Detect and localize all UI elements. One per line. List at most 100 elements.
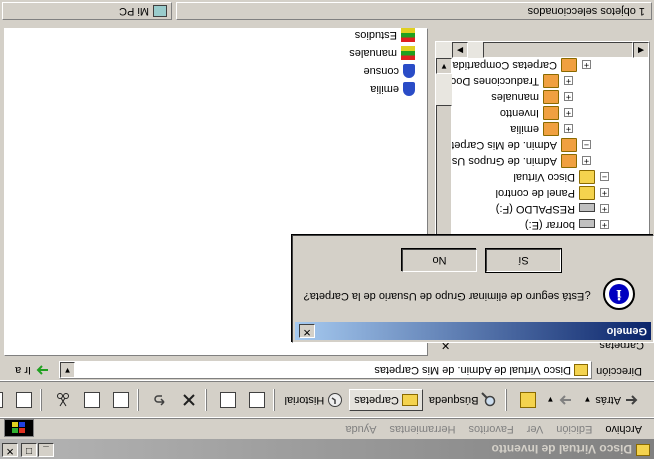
no-label: No xyxy=(432,254,447,267)
tree-expander-icon[interactable]: + xyxy=(600,204,609,215)
no-button[interactable]: No xyxy=(402,249,477,272)
hscroll-thumb[interactable] xyxy=(483,42,633,58)
list-item-label: consue xyxy=(363,65,399,77)
toolbar-separator xyxy=(272,389,275,411)
move-to-icon xyxy=(248,392,265,408)
list-item[interactable]: manuales xyxy=(349,45,415,61)
tree-expander-icon[interactable]: + xyxy=(600,220,609,231)
tree-expander-icon[interactable]: + xyxy=(564,76,573,87)
scroll-right-icon[interactable]: ▶ xyxy=(452,42,468,58)
tree-item[interactable]: + Admin. de Grupos Usuari xyxy=(435,153,591,169)
address-dropdown-icon[interactable]: ▼ xyxy=(60,362,75,378)
paste-button[interactable] xyxy=(77,389,104,411)
tree-item[interactable]: + Traducciones Docs xyxy=(445,73,573,89)
menu-ver[interactable]: Ver xyxy=(527,423,544,435)
address-input[interactable]: Disco Virtual de Admin. de Mis Carpetas … xyxy=(59,361,592,379)
toolbar-separator xyxy=(39,389,42,411)
tree-expander-icon[interactable]: + xyxy=(582,60,591,71)
close-button[interactable]: ✕ xyxy=(2,443,18,457)
menu-archivo[interactable]: Archivo xyxy=(605,423,642,435)
tree-expander-icon[interactable]: + xyxy=(564,108,573,119)
folder-window-icon xyxy=(636,444,650,456)
title-bar[interactable]: Disco Virtual de Inventto _ □ ✕ xyxy=(0,439,654,459)
tree-item[interactable]: − Admin. de Mis Carpetas xyxy=(440,137,591,153)
tree-item-label: Inventto xyxy=(499,107,539,119)
folders-icon xyxy=(401,394,418,406)
folder-admin-icon xyxy=(561,138,577,152)
folders-button[interactable]: Carpetas xyxy=(349,389,423,411)
tree-expander-icon[interactable]: − xyxy=(600,172,609,183)
tree-item-label: manuales xyxy=(491,91,539,103)
copy-to-button[interactable] xyxy=(213,389,240,411)
tree-horizontal-scrollbar[interactable]: ◀ ▶ xyxy=(452,42,649,58)
shared-folder-icon xyxy=(543,74,559,88)
tree-item-label: Admin. de Mis Carpetas xyxy=(439,139,557,151)
menu-favoritos[interactable]: Favoritos xyxy=(468,423,513,435)
history-label: Historial xyxy=(284,394,325,406)
forward-button[interactable]: ▼ xyxy=(542,389,577,411)
up-button[interactable] xyxy=(513,389,540,411)
undo-button[interactable] xyxy=(145,389,172,411)
tree-item-label: Panel de control xyxy=(495,187,576,199)
shared-folder-icon xyxy=(543,122,559,136)
status-selection: 1 objetos seleccionados xyxy=(176,2,652,20)
search-icon xyxy=(481,392,497,408)
list-item[interactable]: Estudios xyxy=(355,27,415,43)
toolbar-separator xyxy=(505,389,508,411)
tree-item[interactable]: + Carpetas Compartidas xyxy=(447,57,591,73)
status-right-text: Mi PC xyxy=(119,5,149,17)
maximize-button[interactable]: □ xyxy=(21,443,37,457)
back-button[interactable]: Atrás ▼ xyxy=(579,389,644,411)
history-button[interactable]: Historial xyxy=(281,389,348,411)
list-item[interactable]: consue xyxy=(364,63,415,79)
tree-expander-icon[interactable]: − xyxy=(582,140,591,151)
tree-item[interactable]: + RESPALDO (F:) xyxy=(496,201,609,217)
scroll-down-icon[interactable]: ▼ xyxy=(436,58,452,74)
dialog-title-bar[interactable]: Gemelo ✕ xyxy=(295,322,651,340)
properties-button[interactable] xyxy=(106,389,133,411)
tree-item[interactable]: + Inventto xyxy=(500,105,573,121)
menu-edicion[interactable]: Edición xyxy=(556,423,592,435)
scroll-left-icon[interactable]: ◀ xyxy=(633,42,649,58)
tree-expander-icon[interactable]: + xyxy=(582,156,591,167)
minimize-button[interactable]: _ xyxy=(38,443,54,457)
tree-item[interactable]: + Panel de control xyxy=(495,185,609,201)
tree-item[interactable]: − Disco Virtual xyxy=(513,169,609,185)
tree-item-label: Disco Virtual xyxy=(513,171,575,183)
computer-icon xyxy=(153,5,167,17)
list-item[interactable]: emilia xyxy=(370,81,415,97)
tree-item[interactable]: + emilia xyxy=(510,121,573,137)
up-folder-icon xyxy=(520,392,537,408)
delete-button[interactable] xyxy=(174,389,201,411)
user-icon xyxy=(403,64,415,78)
search-button[interactable]: Búsqueda xyxy=(425,389,502,411)
status-zone: Mi PC xyxy=(2,2,172,20)
list-item-label: Estudios xyxy=(354,29,397,41)
tree-item-label: borrar (E:) xyxy=(524,219,575,231)
forward-dropdown-icon[interactable]: ▼ xyxy=(546,396,554,405)
move-to-button[interactable] xyxy=(242,389,269,411)
cut-button[interactable] xyxy=(48,389,75,411)
go-button[interactable]: Ir a xyxy=(15,362,50,378)
forward-arrow-icon xyxy=(557,392,573,408)
tree-item[interactable]: + borrar (E:) xyxy=(525,217,609,233)
menu-herramientas[interactable]: Herramientas xyxy=(389,423,455,435)
yes-button[interactable]: Sí xyxy=(485,248,562,273)
view-details-button[interactable] xyxy=(9,389,36,411)
yes-label: Sí xyxy=(518,254,529,267)
list-item-label: manuales xyxy=(349,47,397,59)
address-value: Disco Virtual de Admin. de Mis Carpetas xyxy=(374,364,571,376)
address-folder-icon xyxy=(574,364,588,376)
folders-label: Carpetas xyxy=(354,394,399,406)
group-admin-icon xyxy=(561,154,577,168)
tree-expander-icon[interactable]: + xyxy=(600,188,609,199)
dialog-message: ¿Está seguro de eliminar Grupo de Usuari… xyxy=(303,290,591,302)
back-dropdown-icon[interactable]: ▼ xyxy=(583,396,591,405)
tree-expander-icon[interactable]: + xyxy=(564,124,573,135)
menu-ayuda[interactable]: Ayuda xyxy=(345,423,376,435)
dialog-close-icon[interactable]: ✕ xyxy=(299,324,315,338)
view-list-button[interactable] xyxy=(0,389,7,411)
tree-item[interactable]: + manuales xyxy=(491,89,573,105)
toolbar-separator xyxy=(136,389,139,411)
tree-expander-icon[interactable]: + xyxy=(564,92,573,103)
